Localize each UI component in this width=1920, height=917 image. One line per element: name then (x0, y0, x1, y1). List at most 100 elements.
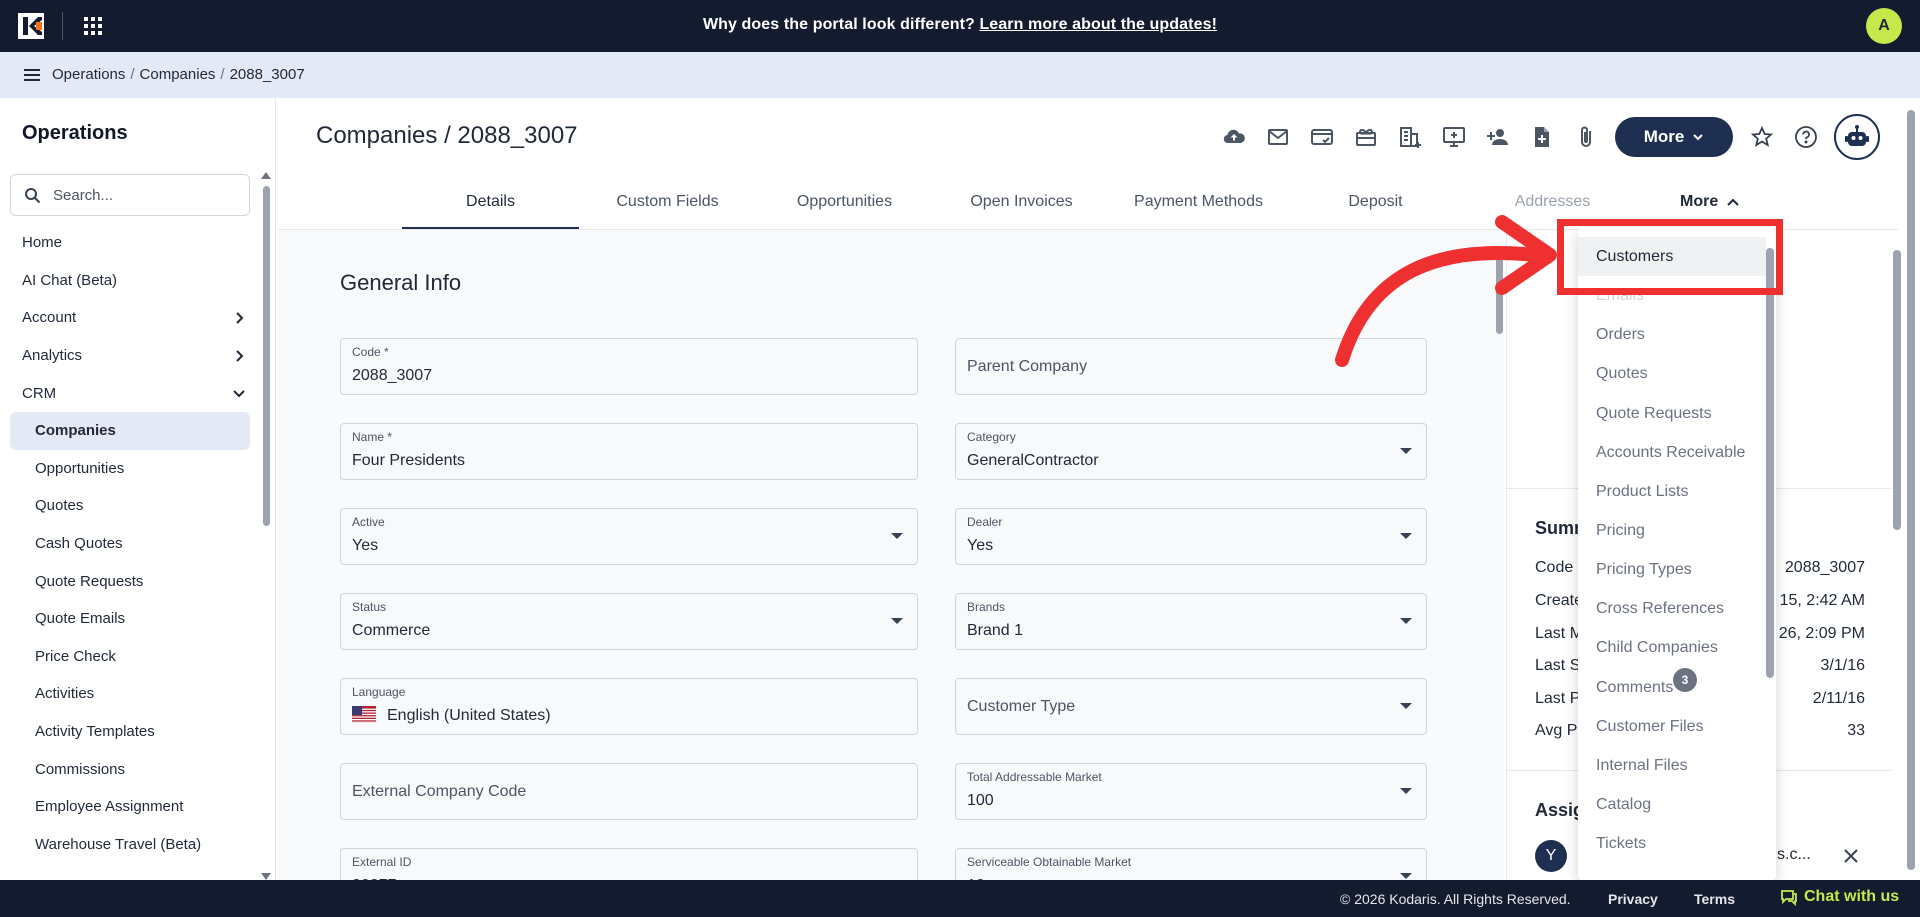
credit-card-check-icon[interactable] (1300, 120, 1344, 154)
sidebar-item-price-check[interactable]: Price Check (0, 638, 260, 676)
close-icon[interactable] (1841, 846, 1861, 866)
attachment-icon[interactable] (1564, 120, 1608, 154)
sidebar-item-employee-assignment[interactable]: Employee Assignment (0, 788, 260, 826)
sidebar-item-opportunities[interactable]: Opportunities (0, 450, 260, 488)
tab-opportunities[interactable]: Opportunities (756, 180, 933, 229)
active-select[interactable]: Active Yes (340, 508, 918, 565)
page-scrollbar[interactable] (1906, 98, 1916, 880)
header-more-button[interactable]: More (1615, 117, 1733, 157)
tab-details[interactable]: Details (402, 180, 579, 229)
menu-item-quote-requests[interactable]: Quote Requests (1578, 394, 1766, 433)
robot-icon (1845, 125, 1869, 146)
menu-item-product-lists[interactable]: Product Lists (1578, 472, 1766, 511)
search-icon (25, 188, 41, 204)
us-flag-icon (352, 706, 376, 723)
sidebar-search (10, 174, 250, 216)
add-document-icon[interactable] (1520, 120, 1564, 154)
brands-select[interactable]: Brands Brand 1 (955, 593, 1427, 650)
scrollbar-thumb[interactable] (263, 186, 270, 526)
favorite-star-icon[interactable] (1750, 125, 1774, 149)
sidebar-scrollbar[interactable] (261, 172, 271, 880)
sidebar-item-activity-templates[interactable]: Activity Templates (0, 713, 260, 751)
summary-key: Last P (1535, 690, 1581, 707)
name-field[interactable]: Name * Four Presidents (340, 423, 918, 480)
language-field[interactable]: Language English (United States) (340, 678, 918, 735)
privacy-link[interactable]: Privacy (1608, 891, 1658, 907)
menu-item-orders[interactable]: Orders (1578, 315, 1766, 354)
mail-icon[interactable] (1256, 120, 1300, 154)
field-label: Category (967, 430, 1016, 444)
field-label: Language (352, 685, 406, 699)
menu-item-child-companies[interactable]: Child Companies (1578, 628, 1766, 667)
menu-item-pricing-types[interactable]: Pricing Types (1578, 550, 1766, 589)
menu-item-comments[interactable]: Comments (1578, 668, 1766, 707)
sidebar-item-companies[interactable]: Companies (10, 411, 250, 450)
sidebar-item-quote-requests[interactable]: Quote Requests (0, 562, 260, 600)
user-avatar[interactable]: A (1866, 8, 1902, 44)
menu-item-customer-files[interactable]: Customer Files (1578, 707, 1766, 746)
breadcrumb-bar: Operations / Companies/2088_3007 (0, 52, 1920, 98)
menu-item-quotes[interactable]: Quotes (1578, 354, 1766, 393)
sidebar-item-commissions[interactable]: Commissions (0, 750, 260, 788)
chat-with-us-button[interactable]: Chat with us (1780, 888, 1899, 906)
menu-item-tickets[interactable]: Tickets (1578, 824, 1766, 863)
total-addressable-market-select[interactable]: Total Addressable Market 100 (955, 763, 1427, 820)
customer-type-select[interactable]: Customer Type (955, 678, 1427, 735)
menu-item-catalog[interactable]: Catalog (1578, 785, 1766, 824)
sidebar-title: Operations (22, 122, 128, 144)
breadcrumb-operations[interactable]: Operations (52, 66, 125, 83)
sidebar-item-quotes[interactable]: Quotes (0, 487, 260, 525)
scrollbar-thumb[interactable] (1893, 250, 1901, 530)
menu-item-accounts-receivable[interactable]: Accounts Receivable (1578, 433, 1766, 472)
sidebar-item-label: Companies (35, 422, 116, 440)
dealer-select[interactable]: Dealer Yes (955, 508, 1427, 565)
menu-item-cross-references[interactable]: Cross References (1578, 589, 1766, 628)
sidebar-search-input[interactable] (53, 185, 243, 205)
assignee-avatar[interactable]: Y (1535, 840, 1567, 872)
menu-item-internal-files[interactable]: Internal Files (1578, 746, 1766, 785)
terms-link[interactable]: Terms (1694, 891, 1735, 907)
field-value: GeneralContractor (967, 452, 1099, 469)
external-company-code-field[interactable]: External Company Code (340, 763, 918, 820)
sidebar-item-ai-chat[interactable]: AI Chat (Beta) (0, 262, 260, 300)
breadcrumb-companies[interactable]: Companies (140, 66, 216, 83)
code-field[interactable]: Code * 2088_3007 (340, 338, 918, 395)
dropdown-caret-icon (1400, 618, 1412, 624)
dropdown-scrollbar[interactable] (1766, 248, 1774, 678)
sidebar-item-warehouse-travel[interactable]: Warehouse Travel (Beta) (0, 826, 260, 864)
add-company-building-icon[interactable] (1388, 120, 1432, 154)
cloud-upload-icon[interactable] (1212, 120, 1256, 154)
sidebar-item-account[interactable]: Account (0, 299, 260, 337)
status-select[interactable]: Status Commerce (340, 593, 918, 650)
tab-more-toggle[interactable]: More (1680, 193, 1740, 211)
breadcrumb-current: 2088_3007 (229, 66, 305, 83)
sidebar-item-activities[interactable]: Activities (0, 675, 260, 713)
scroll-up-arrow[interactable] (261, 172, 271, 179)
hamburger-menu-icon[interactable] (22, 65, 42, 85)
sidebar-item-quote-emails[interactable]: Quote Emails (0, 600, 260, 638)
banner-learn-more-link[interactable]: Learn more about the updates! (979, 16, 1217, 33)
tab-open-invoices[interactable]: Open Invoices (933, 180, 1110, 229)
category-select[interactable]: Category GeneralContractor (955, 423, 1427, 480)
scroll-down-arrow[interactable] (261, 873, 271, 880)
sidebar-item-cash-quotes[interactable]: Cash Quotes (0, 525, 260, 563)
sidebar-item-label: Commissions (35, 760, 126, 778)
sidebar-item-home[interactable]: Home (0, 224, 260, 262)
scrollbar-thumb[interactable] (1907, 110, 1915, 870)
panel-scrollbar[interactable] (1893, 236, 1901, 876)
help-icon[interactable] (1794, 125, 1818, 149)
gift-card-icon[interactable] (1344, 120, 1388, 154)
ai-assistant-button[interactable] (1834, 114, 1880, 160)
sidebar-item-crm[interactable]: CRM (0, 374, 260, 412)
add-person-icon[interactable] (1476, 120, 1520, 154)
sidebar-item-analytics[interactable]: Analytics (0, 337, 260, 375)
menu-item-pricing[interactable]: Pricing (1578, 511, 1766, 550)
tab-payment-methods[interactable]: Payment Methods (1110, 180, 1287, 229)
serviceable-obtainable-market-select[interactable]: Serviceable Obtainable Market 10 (955, 848, 1427, 880)
summary-value: 2088_3007 (1784, 559, 1865, 576)
sidebar-item-label: Quote Emails (35, 610, 126, 628)
external-id-field[interactable]: External ID 30277 (340, 848, 918, 880)
add-to-screen-icon[interactable] (1432, 120, 1476, 154)
more-button-label: More (1643, 127, 1685, 146)
tab-custom-fields[interactable]: Custom Fields (579, 180, 756, 229)
